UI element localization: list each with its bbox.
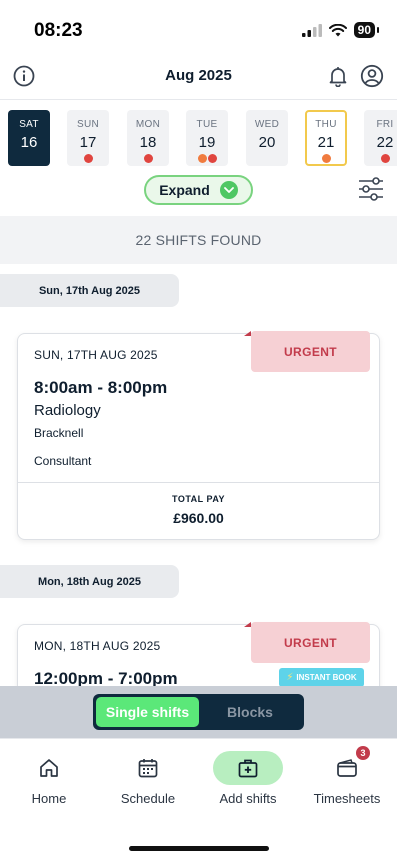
shift-dots xyxy=(127,154,169,163)
urgent-badge: URGENT xyxy=(244,331,370,372)
shift-location: Bracknell xyxy=(34,426,84,440)
day-label: THU xyxy=(315,119,337,130)
day-label: TUE xyxy=(196,119,218,130)
single-shifts-tab[interactable]: Single shifts xyxy=(96,697,199,727)
day-number: 19 xyxy=(198,134,216,151)
shift-dots xyxy=(67,154,109,163)
day-number: 18 xyxy=(139,134,157,151)
wifi-icon xyxy=(328,23,347,36)
nav-home-label: Home xyxy=(31,791,67,806)
nav-add-shifts[interactable]: Add shifts xyxy=(213,751,283,806)
calendar-icon xyxy=(113,751,183,785)
day-thu-21[interactable]: THU 21 xyxy=(305,110,347,166)
shift-dot xyxy=(197,154,207,163)
status-bar: 08:23 90 xyxy=(0,0,397,60)
shift-dots xyxy=(364,154,397,163)
shift-dots xyxy=(8,154,50,163)
card-divider xyxy=(18,482,379,483)
shift-type-toggle-bar: Single shifts Blocks xyxy=(0,686,397,738)
day-label: WED xyxy=(254,119,280,130)
total-pay-value: £960.00 xyxy=(173,510,224,526)
shift-dots xyxy=(246,154,288,163)
app-screen: 08:23 90 Aug 2025 SAT 16 SUN 17 MON 18 T… xyxy=(0,0,397,859)
status-time: 08:23 xyxy=(34,20,83,41)
shift-dot xyxy=(321,154,331,163)
battery-indicator: 90 xyxy=(353,22,380,38)
timesheets-badge: 3 xyxy=(356,746,370,760)
home-indicator xyxy=(129,846,269,851)
day-number: 16 xyxy=(20,134,38,151)
day-label: SUN xyxy=(76,119,99,130)
day-number: 22 xyxy=(376,134,394,151)
shift-time: 8:00am - 8:00pm xyxy=(34,378,168,397)
signal-icon xyxy=(301,23,322,37)
nav-schedule-label: Schedule xyxy=(120,791,176,806)
nav-add-shifts-label: Add shifts xyxy=(219,791,277,806)
bottom-nav: Home Schedule Add shifts 3 Timesheets xyxy=(0,738,397,859)
day-number: 20 xyxy=(258,134,276,151)
nav-timesheets-label: Timesheets xyxy=(313,791,381,806)
chevron-down-icon xyxy=(219,181,238,199)
shift-card[interactable]: MON, 18TH AUG 2025 URGENT 12:00pm - 7:00… xyxy=(17,622,380,686)
urgent-badge: URGENT xyxy=(244,622,370,663)
shift-dots xyxy=(186,154,228,163)
lightning-icon: ⚡ xyxy=(286,672,294,683)
day-number: 17 xyxy=(79,134,97,151)
day-number: 21 xyxy=(317,134,335,151)
shift-dot xyxy=(143,154,153,163)
nav-home[interactable]: Home xyxy=(14,751,84,806)
results-count: 22 SHIFTS FOUND xyxy=(0,216,397,264)
filter-sliders-icon[interactable] xyxy=(357,177,385,201)
medical-bag-icon xyxy=(213,751,283,785)
day-sat-16[interactable]: SAT 16 xyxy=(8,110,50,166)
expand-label: Expand xyxy=(159,182,210,198)
shift-list[interactable]: Sun, 17th Aug 2025 SUN, 17TH AUG 2025 UR… xyxy=(0,264,397,686)
shift-time: 12:00pm - 7:00pm xyxy=(34,669,178,686)
shift-date: MON, 18TH AUG 2025 xyxy=(34,639,161,653)
status-icons: 90 xyxy=(301,22,380,38)
shift-card[interactable]: SUN, 17TH AUG 2025 URGENT 8:00am - 8:00p… xyxy=(17,331,380,540)
home-icon xyxy=(14,751,84,785)
instant-book-badge: ⚡ INSTANT BOOK xyxy=(279,668,364,686)
day-sun-17[interactable]: SUN 17 xyxy=(67,110,109,166)
shift-type-toggle: Single shifts Blocks xyxy=(93,694,304,730)
expand-button[interactable]: Expand xyxy=(144,175,253,205)
shift-grade: Consultant xyxy=(34,454,92,468)
day-fri-22[interactable]: FRI 22 xyxy=(364,110,397,166)
shift-date: SUN, 17TH AUG 2025 xyxy=(34,348,158,362)
shift-dot xyxy=(83,154,93,163)
date-group-header: Sun, 17th Aug 2025 xyxy=(0,274,179,307)
day-wed-20[interactable]: WED 20 xyxy=(246,110,288,166)
top-header: Aug 2025 xyxy=(0,60,397,100)
total-pay-label: TOTAL PAY xyxy=(171,494,225,504)
day-strip: SAT 16 SUN 17 MON 18 TUE 19 WED 20 THU 21 FRI 2… xyxy=(0,104,397,172)
bell-icon[interactable] xyxy=(326,64,350,88)
shift-specialty: Radiology xyxy=(34,402,101,419)
wallet-icon: 3 xyxy=(312,746,382,785)
day-tue-19[interactable]: TUE 19 xyxy=(186,110,228,166)
shift-dots xyxy=(307,154,345,163)
shift-dot xyxy=(380,154,390,163)
profile-icon[interactable] xyxy=(360,64,384,88)
day-label: SAT xyxy=(19,119,39,130)
instant-book-label: INSTANT BOOK xyxy=(296,673,357,682)
nav-timesheets[interactable]: 3 Timesheets xyxy=(312,746,382,806)
shift-dot xyxy=(207,154,217,163)
day-label: MON xyxy=(135,119,161,130)
blocks-tab[interactable]: Blocks xyxy=(199,697,301,727)
date-group-header: Mon, 18th Aug 2025 xyxy=(0,565,179,598)
day-mon-18[interactable]: MON 18 xyxy=(127,110,169,166)
nav-schedule[interactable]: Schedule xyxy=(113,751,183,806)
day-label: FRI xyxy=(376,119,394,130)
